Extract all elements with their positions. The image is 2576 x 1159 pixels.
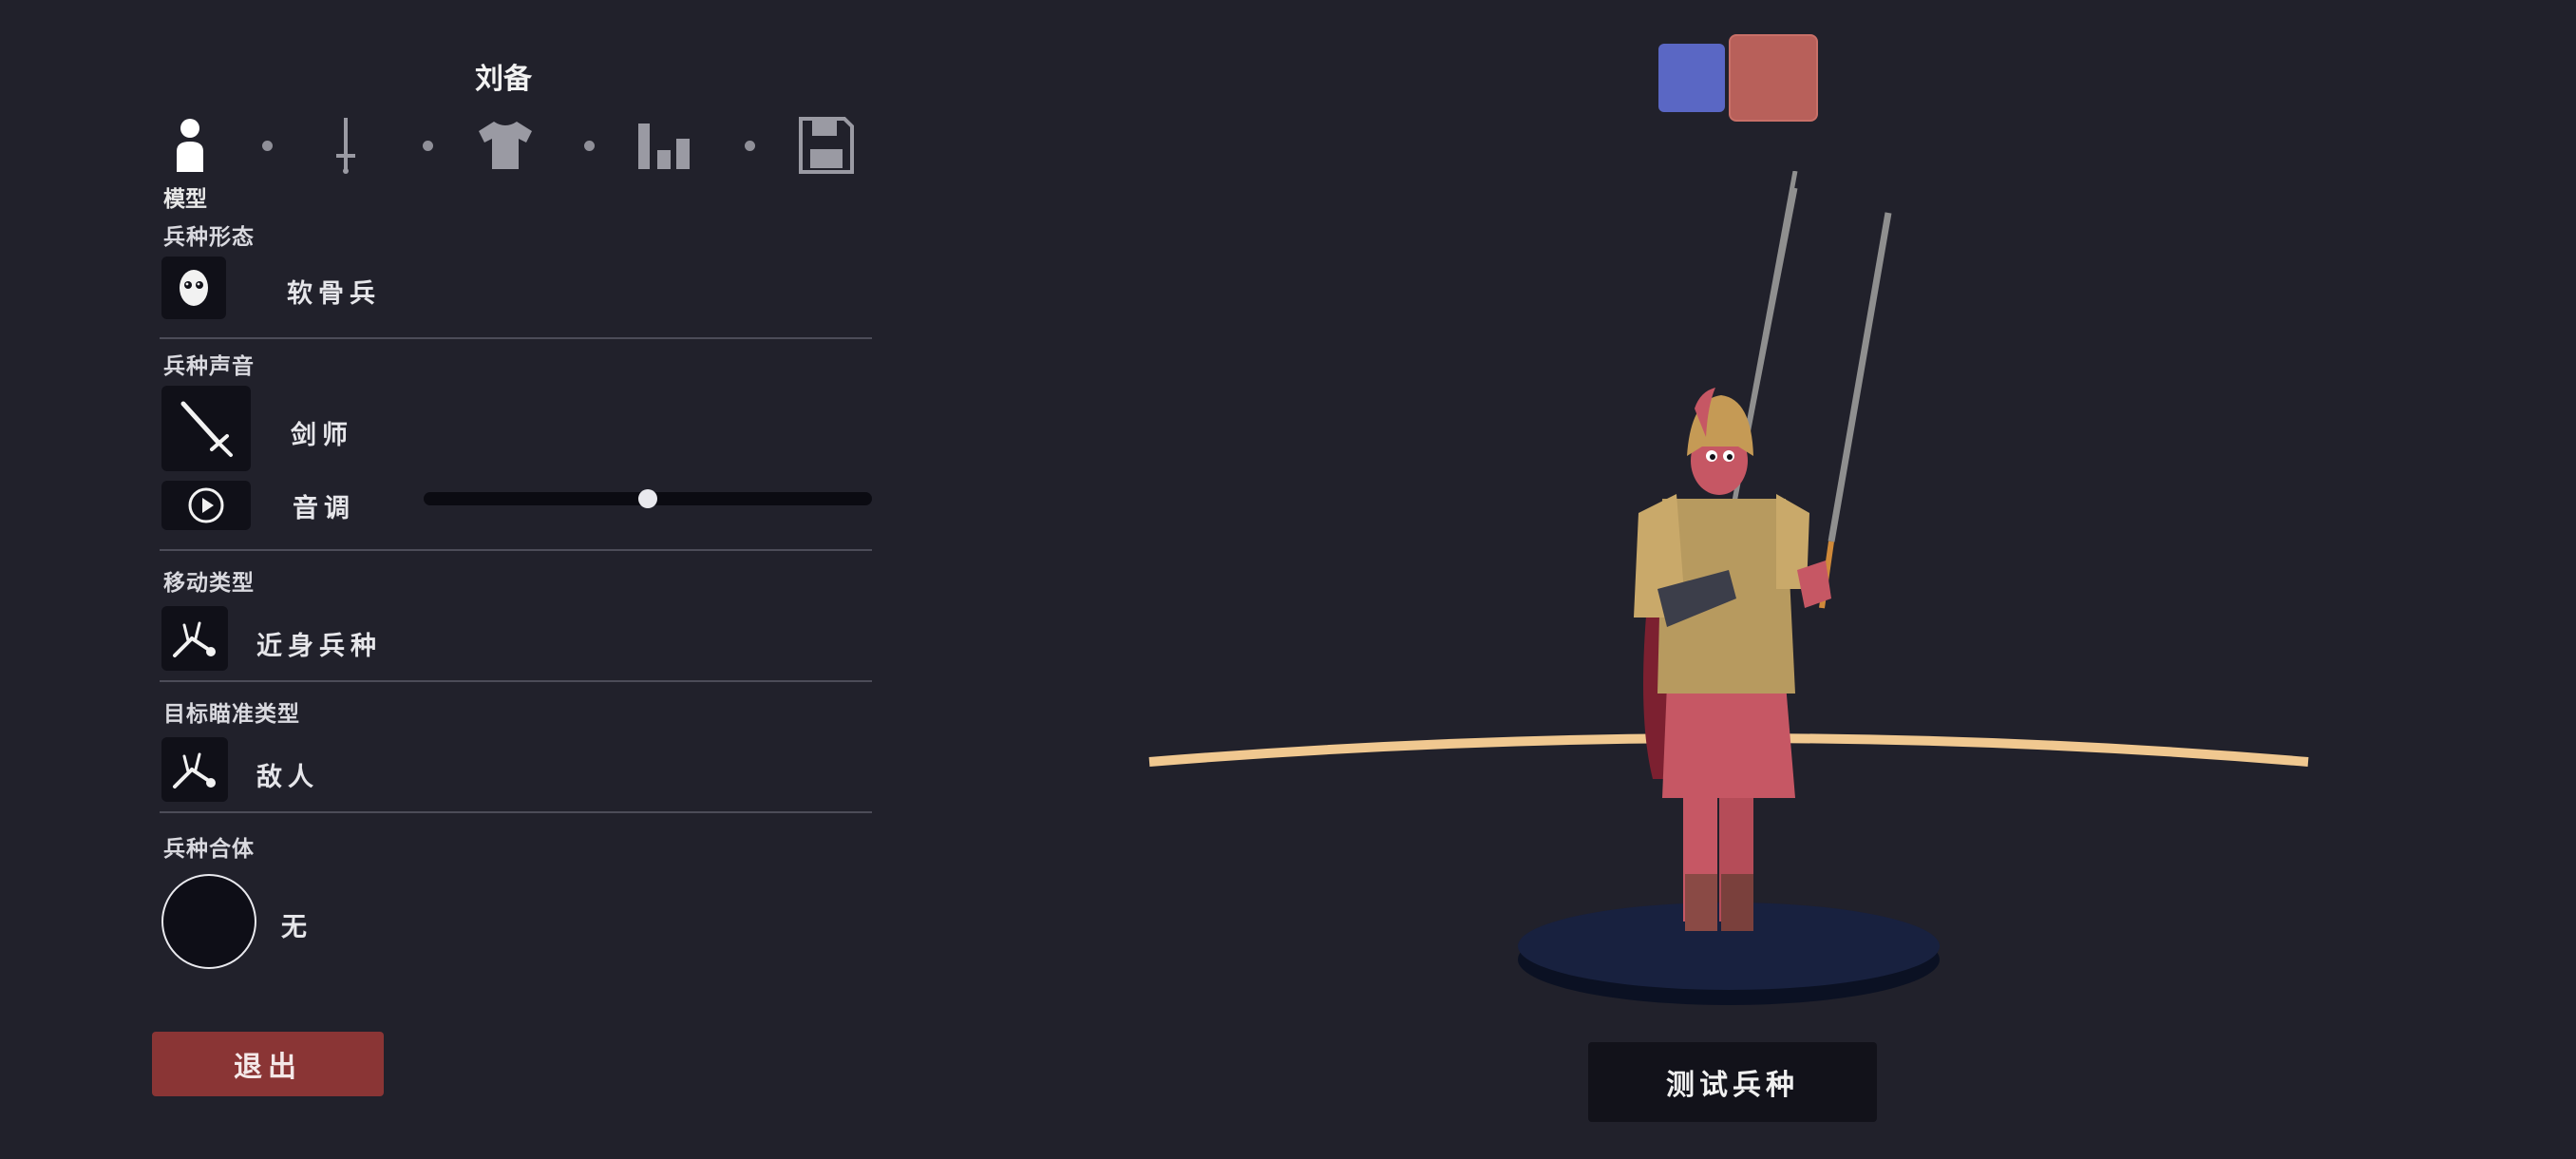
movement-select-button[interactable] xyxy=(161,606,228,671)
unit-boot-left xyxy=(1685,874,1717,931)
tab-separator-dot xyxy=(745,141,755,151)
combination-select-button[interactable] xyxy=(161,874,256,969)
tab-clothing[interactable] xyxy=(477,112,534,179)
tab-separator-dot xyxy=(584,141,595,151)
sword-icon xyxy=(336,118,355,174)
unit-pupil-left xyxy=(1710,454,1715,460)
team-color-red[interactable] xyxy=(1731,36,1816,120)
pitch-slider-thumb[interactable] xyxy=(638,489,657,508)
unit-pupil-right xyxy=(1727,454,1733,460)
play-voice-button[interactable] xyxy=(161,481,251,530)
form-select-button[interactable] xyxy=(161,256,226,319)
voice-value: 剑师 xyxy=(291,421,353,450)
tab-separator-dot xyxy=(423,141,433,151)
movement-section-title: 移动类型 xyxy=(163,571,255,596)
shirt-icon xyxy=(479,122,532,169)
combination-section-title: 兵种合体 xyxy=(163,837,255,862)
test-unit-button[interactable]: 测试兵种 xyxy=(1588,1042,1877,1122)
melee-unit-icon xyxy=(173,621,216,657)
section-divider xyxy=(160,337,872,339)
person-icon xyxy=(177,119,203,172)
form-value: 软骨兵 xyxy=(287,279,381,309)
ragdoll-face-icon xyxy=(180,270,208,306)
tab-model[interactable] xyxy=(161,112,218,179)
form-section-title: 兵种形态 xyxy=(163,225,255,250)
editor-tabs xyxy=(161,112,864,179)
unit-name: 刘备 xyxy=(475,63,532,96)
sword-right xyxy=(1828,212,1892,542)
movement-value: 近身兵种 xyxy=(256,632,382,661)
unit-robe xyxy=(1662,684,1795,798)
unit-boot-right xyxy=(1721,874,1753,931)
target-unit-icon xyxy=(173,752,216,788)
voice-select-button[interactable] xyxy=(161,386,251,471)
tab-separator-dot xyxy=(262,141,273,151)
tab-weapons[interactable] xyxy=(317,112,374,179)
exit-button[interactable]: 退出 xyxy=(152,1032,384,1096)
sword-icon xyxy=(180,401,233,457)
bar-chart-icon xyxy=(638,124,690,169)
targeting-value: 敌人 xyxy=(256,763,319,792)
section-divider xyxy=(160,811,872,813)
active-tab-label: 模型 xyxy=(163,187,207,212)
play-icon xyxy=(188,487,224,523)
floppy-disk-icon xyxy=(799,117,854,174)
voice-section-title: 兵种声音 xyxy=(163,354,255,379)
targeting-select-button[interactable] xyxy=(161,737,228,802)
section-divider xyxy=(160,549,872,551)
pitch-label: 音调 xyxy=(293,494,355,523)
tab-stats[interactable] xyxy=(636,112,693,179)
section-divider xyxy=(160,680,872,682)
targeting-section-title: 目标瞄准类型 xyxy=(163,702,300,727)
tab-save[interactable] xyxy=(798,112,855,179)
unit-preview[interactable] xyxy=(1121,171,2356,1026)
combination-value: 无 xyxy=(281,913,313,942)
team-color-blue[interactable] xyxy=(1658,44,1725,112)
